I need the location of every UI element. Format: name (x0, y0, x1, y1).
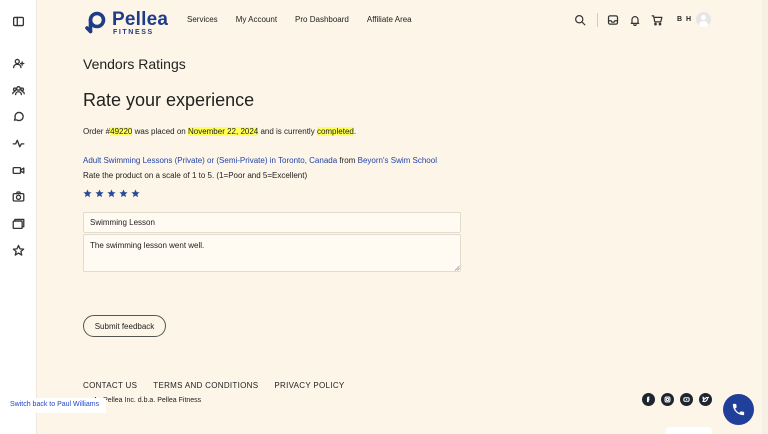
main-nav: Services My Account Pro Dashboard Affili… (187, 15, 430, 24)
footer-privacy[interactable]: PRIVACY POLICY (274, 381, 344, 390)
inbox-icon[interactable] (606, 13, 620, 27)
video-icon[interactable] (11, 163, 25, 177)
section-title: Vendors Ratings (83, 56, 186, 72)
product-line: Adult Swimming Lessons (Private) or (Sem… (83, 156, 437, 165)
rating-star-2-icon[interactable] (95, 185, 104, 198)
header-divider (597, 13, 598, 27)
star-rating[interactable] (83, 185, 143, 198)
youtube-icon[interactable] (680, 393, 693, 406)
order-summary: Order #49220 was placed on November 22, … (83, 127, 356, 136)
footer-links: CONTACT US TERMS AND CONDITIONS PRIVACY … (83, 381, 361, 390)
brand-name: Pellea (112, 9, 169, 30)
avatar[interactable] (696, 12, 711, 27)
brand-subtitle: FITNESS (113, 29, 154, 36)
instagram-icon[interactable] (661, 393, 674, 406)
product-from: from (337, 156, 358, 165)
rating-scale-text: Rate the product on a scale of 1 to 5. (… (83, 171, 308, 180)
order-status: completed (316, 127, 354, 136)
facebook-icon[interactable] (642, 393, 655, 406)
submit-feedback-button[interactable]: Submit feedback (83, 315, 166, 337)
review-title-input[interactable] (83, 212, 461, 233)
phone-icon (732, 403, 745, 416)
user-add-icon[interactable] (11, 56, 25, 70)
order-number: 49220 (110, 127, 133, 136)
users-icon[interactable] (11, 83, 25, 97)
activity-icon[interactable] (11, 136, 25, 150)
nav-affiliate-area[interactable]: Affiliate Area (367, 15, 412, 24)
order-prefix: Order # (83, 127, 111, 136)
footer-contact-us[interactable]: CONTACT US (83, 381, 137, 390)
rating-star-5-icon[interactable] (131, 185, 140, 198)
bell-icon[interactable] (628, 13, 642, 27)
cart-icon[interactable] (650, 13, 664, 27)
review-textarea[interactable]: The swimming lesson went well. (83, 234, 461, 272)
twitter-icon[interactable] (699, 393, 712, 406)
top-header: Pellea FITNESS Services My Account Pro D… (37, 0, 768, 42)
nav-pro-dashboard[interactable]: Pro Dashboard (295, 15, 349, 24)
pellea-logo-mark-icon (85, 11, 106, 34)
order-date: November 22, 2024 (187, 127, 259, 136)
social-links (642, 393, 718, 406)
rating-star-1-icon[interactable] (83, 185, 92, 198)
copyright-text: 4 - Pellea Inc. d.b.a. Pellea Fitness (93, 397, 202, 404)
search-icon[interactable] (573, 13, 587, 27)
pellea-logo[interactable]: Pellea FITNESS (84, 8, 194, 36)
nav-my-account[interactable]: My Account (236, 15, 277, 24)
rating-star-4-icon[interactable] (119, 185, 128, 198)
nav-services[interactable]: Services (187, 15, 218, 24)
folders-icon[interactable] (11, 216, 25, 230)
resize-grip-icon[interactable] (454, 265, 460, 271)
order-suffix: . (353, 127, 357, 136)
sidebar-toggle-icon[interactable] (11, 14, 25, 28)
left-rail (0, 0, 37, 434)
page-title: Rate your experience (83, 90, 255, 110)
vendor-link[interactable]: Beyorn's Swim School (358, 156, 437, 165)
camera-icon[interactable] (11, 189, 25, 203)
star-icon[interactable] (11, 243, 25, 257)
call-button[interactable] (723, 394, 754, 425)
chat-widget-peek[interactable] (666, 427, 712, 434)
scrollbar-track[interactable] (762, 0, 768, 434)
order-text-2: and is currently (258, 127, 317, 136)
order-text-1: was placed on (132, 127, 188, 136)
header-actions (573, 13, 664, 27)
footer-terms[interactable]: TERMS AND CONDITIONS (153, 381, 258, 390)
rating-star-3-icon[interactable] (107, 185, 116, 198)
switch-back-link[interactable]: Switch back to Paul Williams (0, 398, 106, 413)
product-link[interactable]: Adult Swimming Lessons (Private) or (Sem… (83, 156, 337, 165)
user-initials[interactable]: B H (677, 16, 692, 23)
chat-icon[interactable] (11, 109, 25, 123)
